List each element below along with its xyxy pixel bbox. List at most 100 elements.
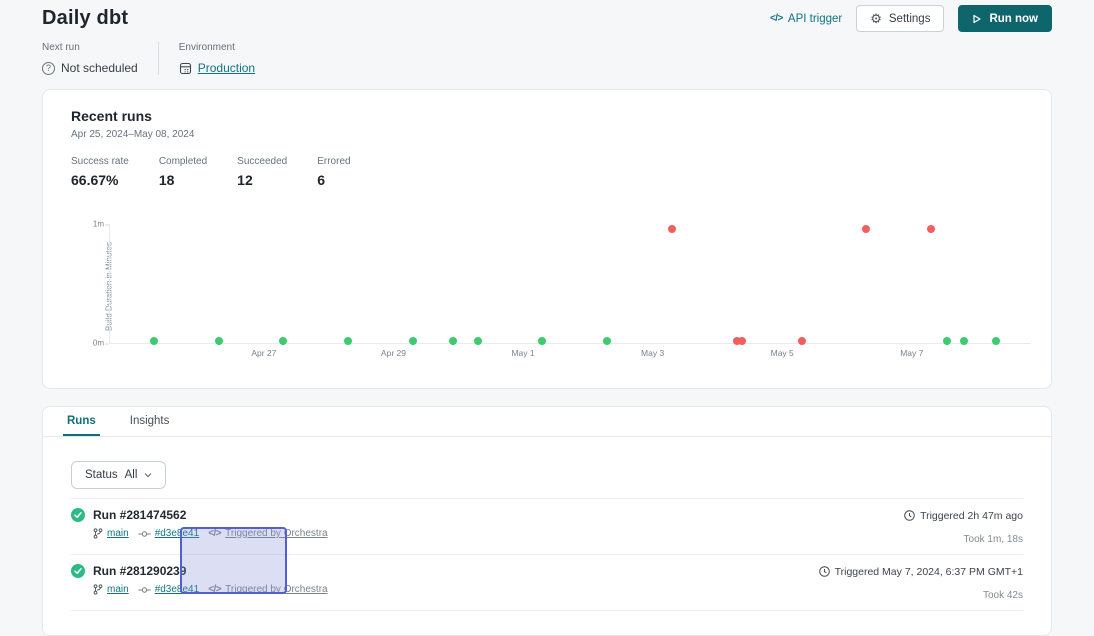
branch-link[interactable]: main <box>107 584 129 595</box>
data-point-succeeded[interactable] <box>474 337 482 345</box>
status-filter-value: All <box>125 469 138 481</box>
took-text: Took 1m, 18s <box>904 534 1023 545</box>
x-tick-label: May 7 <box>900 348 923 358</box>
environment-value: Production <box>179 61 255 75</box>
run-left: Run #281290239 main <box>71 564 328 601</box>
commit-item: #d3e8e41 <box>138 528 200 539</box>
runs-content: Status All Run #281474562 <box>43 437 1051 611</box>
stat-value: 6 <box>317 172 359 188</box>
run-right: Triggered 2h 47m ago Took 1m, 18s <box>904 508 1023 545</box>
triggered-line: Triggered 2h 47m ago <box>904 510 1023 522</box>
success-check-icon <box>71 564 85 601</box>
settings-button[interactable]: ⚙ Settings <box>856 5 944 32</box>
gear-icon: ⚙ <box>870 12 882 25</box>
run-left: Run #281474562 main <box>71 508 328 545</box>
run-row[interactable]: Run #281290239 main <box>71 555 1023 611</box>
x-tick-label: May 3 <box>641 348 664 358</box>
question-circle-icon: ? <box>42 62 55 75</box>
data-point-succeeded[interactable] <box>150 337 158 345</box>
next-run-value: ? Not scheduled <box>42 61 138 75</box>
branch-item: main <box>93 584 129 595</box>
page-title: Daily dbt <box>42 7 128 30</box>
data-point-errored[interactable] <box>738 337 746 345</box>
branch-link[interactable]: main <box>107 528 129 539</box>
code-icon: </> <box>770 13 783 24</box>
run-right: Triggered May 7, 2024, 6:37 PM GMT+1 Too… <box>819 564 1023 601</box>
data-point-errored[interactable] <box>668 225 676 233</box>
success-check-icon <box>71 508 85 545</box>
data-point-succeeded[interactable] <box>344 337 352 345</box>
stat-label: Errored <box>317 156 359 167</box>
next-run-text: Not scheduled <box>61 61 138 75</box>
code-icon: </> <box>208 584 221 595</box>
environment-label: Environment <box>179 42 255 53</box>
run-now-button[interactable]: Run now <box>958 5 1052 32</box>
recent-runs-title: Recent runs <box>71 108 1023 124</box>
run-title[interactable]: Run #281474562 <box>93 508 328 522</box>
git-branch-icon <box>93 528 103 539</box>
trigger-item: </> Triggered by Orchestra <box>208 584 327 595</box>
data-point-succeeded[interactable] <box>603 337 611 345</box>
data-point-succeeded[interactable] <box>992 337 1000 345</box>
stats-row: Success rate 66.67% Completed 18 Succeed… <box>71 156 1023 188</box>
status-filter-dropdown[interactable]: Status All <box>71 461 166 489</box>
stat-success-rate: Success rate 66.67% <box>71 156 129 188</box>
trigger-source-link[interactable]: Triggered by Orchestra <box>225 584 327 595</box>
x-tick-label: May 5 <box>771 348 794 358</box>
chart-plot: Apr 27Apr 29May 1May 3May 5May 70m1m <box>109 224 1031 344</box>
environment-link[interactable]: Production <box>198 61 255 75</box>
environment-section: Environment Production <box>179 42 255 75</box>
build-duration-chart: Build Duration in Minutes Apr 27Apr 29Ma… <box>71 220 1023 370</box>
tab-insights[interactable]: Insights <box>126 407 174 436</box>
environment-icon <box>179 62 192 75</box>
run-row[interactable]: Run #281474562 main <box>71 499 1023 555</box>
data-point-succeeded[interactable] <box>449 337 457 345</box>
commit-icon <box>138 530 151 538</box>
stat-label: Completed <box>159 156 207 167</box>
triggered-line: Triggered May 7, 2024, 6:37 PM GMT+1 <box>819 566 1023 578</box>
stat-completed: Completed 18 <box>159 156 207 188</box>
data-point-succeeded[interactable] <box>960 337 968 345</box>
stat-label: Succeeded <box>237 156 287 167</box>
data-point-errored[interactable] <box>862 225 870 233</box>
settings-label: Settings <box>889 13 931 25</box>
data-point-succeeded[interactable] <box>409 337 417 345</box>
data-point-succeeded[interactable] <box>279 337 287 345</box>
tab-runs[interactable]: Runs <box>63 407 100 436</box>
stat-errored: Errored 6 <box>317 156 359 188</box>
commit-link[interactable]: #d3e8e41 <box>155 584 200 595</box>
data-point-succeeded[interactable] <box>538 337 546 345</box>
api-trigger-link[interactable]: </> API trigger <box>770 13 842 25</box>
job-meta-row: Next run ? Not scheduled Environment Pro… <box>0 32 1094 75</box>
stat-value: 66.67% <box>71 172 129 188</box>
x-tick-label: Apr 27 <box>251 348 276 358</box>
x-tick-label: Apr 29 <box>381 348 406 358</box>
y-tick-label: 0m <box>93 339 104 348</box>
header-actions: </> API trigger ⚙ Settings Run now <box>770 5 1052 32</box>
data-point-errored[interactable] <box>798 337 806 345</box>
data-point-succeeded[interactable] <box>215 337 223 345</box>
took-text: Took 42s <box>819 590 1023 601</box>
run-subrow: main #d3e8e41 </> Trigg <box>93 528 328 539</box>
triggered-text: Triggered 2h 47m ago <box>920 510 1023 522</box>
stat-value: 12 <box>237 172 287 188</box>
meta-divider <box>158 42 159 75</box>
stat-succeeded: Succeeded 12 <box>237 156 287 188</box>
git-branch-icon <box>93 584 103 595</box>
tab-bar: Runs Insights <box>43 407 1051 437</box>
data-point-errored[interactable] <box>927 225 935 233</box>
commit-link[interactable]: #d3e8e41 <box>155 528 200 539</box>
run-title[interactable]: Run #281290239 <box>93 564 328 578</box>
trigger-item: </> Triggered by Orchestra <box>208 528 327 539</box>
trigger-source-link[interactable]: Triggered by Orchestra <box>225 528 327 539</box>
triggered-text: Triggered May 7, 2024, 6:37 PM GMT+1 <box>835 566 1023 578</box>
page-header: Daily dbt </> API trigger ⚙ Settings Run… <box>0 0 1094 32</box>
clock-icon <box>819 566 830 577</box>
commit-item: #d3e8e41 <box>138 584 200 595</box>
stat-value: 18 <box>159 172 207 188</box>
api-trigger-label: API trigger <box>788 13 842 25</box>
run-now-label: Run now <box>989 13 1038 25</box>
data-point-succeeded[interactable] <box>943 337 951 345</box>
recent-runs-card: Recent runs Apr 25, 2024–May 08, 2024 Su… <box>42 89 1052 389</box>
branch-item: main <box>93 528 129 539</box>
